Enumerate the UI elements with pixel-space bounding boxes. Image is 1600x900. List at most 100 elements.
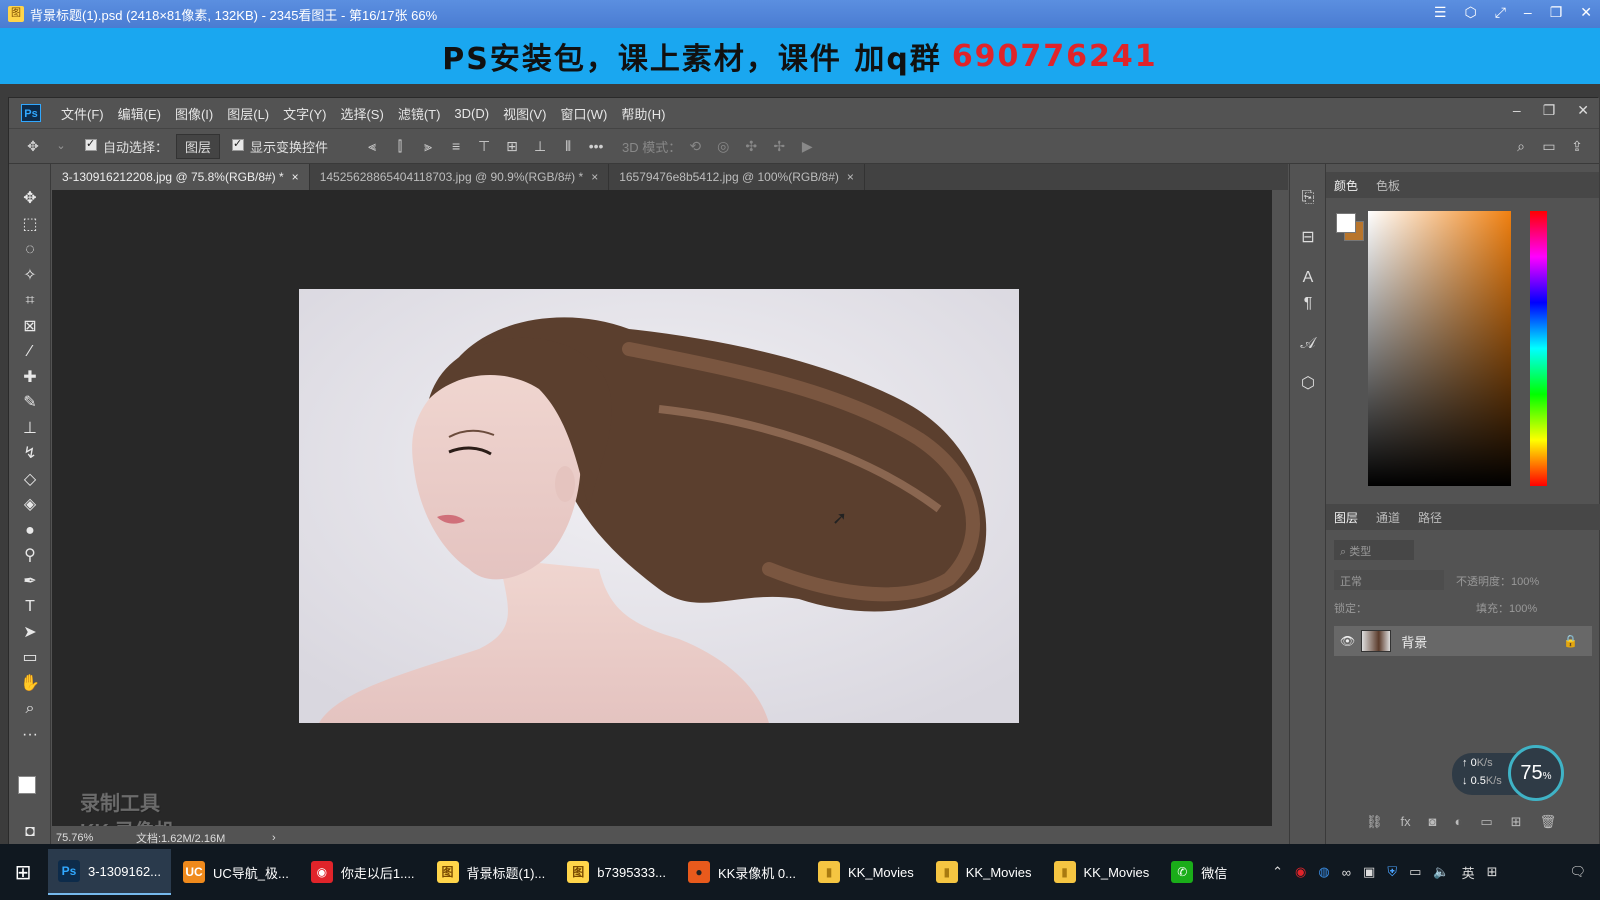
color-picker-field[interactable] <box>1368 211 1511 486</box>
canvas-area[interactable]: 录制工具 KK 录像机 ➚ <box>52 190 1272 843</box>
align-left-icon[interactable]: ⫷ <box>364 138 380 154</box>
network-speed-widget[interactable]: ↑ 0K/s ↓ 0.5K/s 75% <box>1452 745 1564 803</box>
foreground-color-swatch[interactable] <box>18 776 36 794</box>
browser-tray-icon[interactable]: ◍ <box>1318 864 1329 880</box>
rotate-3d-icon[interactable]: ⟲ <box>687 138 703 154</box>
taskbar-item[interactable]: 图 b7395333... <box>557 849 676 895</box>
eyedropper-icon[interactable]: ⁄ <box>9 339 51 365</box>
align-center-icon[interactable]: ⫿ <box>392 138 408 154</box>
ps-minimize-icon[interactable]: – <box>1513 102 1521 119</box>
stamp-tool-icon[interactable]: ⊥ <box>9 416 51 442</box>
menu-image[interactable]: 图像(I) <box>175 104 213 123</box>
history-panel-icon[interactable]: ⎘ <box>1290 178 1326 218</box>
language-indicator[interactable]: 英 <box>1462 863 1475 882</box>
more-tools-icon[interactable]: ··· <box>9 722 51 748</box>
input-method-icon[interactable]: ⊞ <box>1487 864 1498 880</box>
3d-panel-icon[interactable]: ⬡ <box>1290 364 1326 404</box>
menu-type[interactable]: 文字(Y) <box>283 104 326 123</box>
menu-select[interactable]: 选择(S) <box>340 104 383 123</box>
close-tab-icon[interactable]: × <box>292 170 299 184</box>
share-icon[interactable]: ⇪ <box>1569 138 1585 154</box>
tab-document-1[interactable]: 3-130916212208.jpg @ 75.8%(RGB/8#) * × <box>52 164 310 190</box>
taskbar-item[interactable]: ◉ 你走以后1.... <box>301 849 425 895</box>
tab-layers[interactable]: 图层 <box>1334 509 1358 526</box>
type-tool-icon[interactable]: T <box>9 594 51 620</box>
tab-channels[interactable]: 通道 <box>1376 509 1400 526</box>
drag-3d-icon[interactable]: ✣ <box>743 138 759 154</box>
menu-edit[interactable]: 编辑(E) <box>118 104 161 123</box>
more-icon[interactable]: ••• <box>588 138 604 154</box>
close-tab-icon[interactable]: × <box>847 170 854 184</box>
lasso-tool-icon[interactable]: ◌ <box>9 237 51 263</box>
marquee-tool-icon[interactable]: ⬚ <box>9 212 51 238</box>
magic-wand-icon[interactable]: ✧ <box>9 263 51 289</box>
slide-3d-icon[interactable]: ✢ <box>771 138 787 154</box>
menu-icon[interactable]: ☰ <box>1434 4 1447 21</box>
taskbar-item[interactable]: ▮ KK_Movies <box>1044 849 1160 895</box>
move-tool-icon[interactable]: ✥ <box>25 138 41 154</box>
chevron-up-icon[interactable]: ⌃ <box>1272 864 1283 880</box>
align-middle-icon[interactable]: ⊞ <box>504 138 520 154</box>
new-layer-icon[interactable]: ⊞ <box>1511 814 1522 830</box>
menu-layer[interactable]: 图层(L) <box>227 104 269 123</box>
search-icon[interactable]: ⌕ <box>1513 138 1529 154</box>
menu-3d[interactable]: 3D(D) <box>454 106 489 121</box>
menu-filter[interactable]: 滤镜(T) <box>398 104 441 123</box>
distribute-icon[interactable]: ≡ <box>448 138 464 154</box>
document-image[interactable] <box>299 289 1019 723</box>
align-bottom-icon[interactable]: ⊥ <box>532 138 548 154</box>
fill-value[interactable]: 100% <box>1509 603 1537 615</box>
restore-icon[interactable]: ❐ <box>1550 4 1563 21</box>
ps-close-icon[interactable]: ✕ <box>1577 102 1589 119</box>
menu-file[interactable]: 文件(F) <box>61 104 104 123</box>
taskbar-item[interactable]: UC UC导航_极... <box>173 849 299 895</box>
menu-help[interactable]: 帮助(H) <box>621 104 665 123</box>
tab-document-2[interactable]: 14525628865404118703.jpg @ 90.9%(RGB/8#)… <box>310 164 610 190</box>
eye-visibility-icon[interactable]: 👁 <box>1340 634 1355 648</box>
path-select-icon[interactable]: ➤ <box>9 620 51 646</box>
layer-row-background[interactable]: 👁 背景 🔒 <box>1334 626 1592 656</box>
show-transform-checkbox[interactable] <box>232 137 250 154</box>
taskbar-item[interactable]: ▮ KK_Movies <box>926 849 1042 895</box>
menu-window[interactable]: 窗口(W) <box>560 104 607 123</box>
tab-paths[interactable]: 路径 <box>1418 509 1442 526</box>
blend-mode-dropdown[interactable]: 正常 <box>1334 570 1444 590</box>
adjustment-icon[interactable]: ◐ <box>1455 814 1463 830</box>
menu-view[interactable]: 视图(V) <box>503 104 546 123</box>
quick-mask-icon[interactable]: ◘ <box>9 819 51 845</box>
close-tab-icon[interactable]: × <box>591 170 598 184</box>
ps-restore-icon[interactable]: ❐ <box>1543 102 1556 119</box>
fx-icon[interactable]: fx <box>1401 814 1411 830</box>
roll-3d-icon[interactable]: ◎ <box>715 138 731 154</box>
zoom-level[interactable]: 75.76% <box>56 832 136 844</box>
layer-filter-input[interactable]: ⌕ 类型 <box>1334 540 1414 560</box>
align-top-icon[interactable]: ⊤ <box>476 138 492 154</box>
distribute-vertical-icon[interactable]: ⦀ <box>560 138 576 154</box>
chevron-down-icon[interactable]: ⌄ <box>53 138 69 154</box>
network-tray-icon[interactable]: ▣ <box>1363 864 1375 880</box>
status-arrow-icon[interactable]: › <box>272 832 276 844</box>
frame-tool-icon[interactable]: ⊠ <box>9 314 51 340</box>
display-icon[interactable]: ▭ <box>1409 864 1421 880</box>
shape-tool-icon[interactable]: ▭ <box>9 645 51 671</box>
start-button[interactable]: ⊞ <box>0 849 46 895</box>
minimize-icon[interactable]: – <box>1524 4 1532 21</box>
hand-tool-icon[interactable]: ✋ <box>9 671 51 697</box>
taskbar-item[interactable]: Ps 3-1309162... <box>48 849 172 895</box>
taskbar-item[interactable]: 图背景标题(1)... <box>427 849 556 895</box>
camera-3d-icon[interactable]: ▶ <box>799 138 815 154</box>
close-icon[interactable]: ✕ <box>1580 4 1592 21</box>
zoom-tool-icon[interactable]: ⌕ <box>9 696 51 722</box>
auto-select-dropdown[interactable]: 图层 <box>176 133 221 159</box>
taskbar-item[interactable]: ● KK录像机 0... <box>678 849 806 895</box>
link-icon[interactable]: ⛓ <box>1366 814 1383 830</box>
taskbar-item[interactable]: ▮ KK_Movies <box>808 849 924 895</box>
folder-icon[interactable]: ▭ <box>1480 814 1492 830</box>
trash-icon[interactable]: 🗑 <box>1540 814 1557 830</box>
auto-select-checkbox[interactable] <box>85 137 103 154</box>
crop-tool-icon[interactable]: ⌗ <box>9 288 51 314</box>
blur-tool-icon[interactable]: ● <box>9 518 51 544</box>
glyphs-panel-icon[interactable]: 𝒜 <box>1290 324 1326 364</box>
tab-swatches[interactable]: 色板 <box>1376 177 1400 194</box>
shield-icon[interactable]: ⛨ <box>1387 864 1397 880</box>
